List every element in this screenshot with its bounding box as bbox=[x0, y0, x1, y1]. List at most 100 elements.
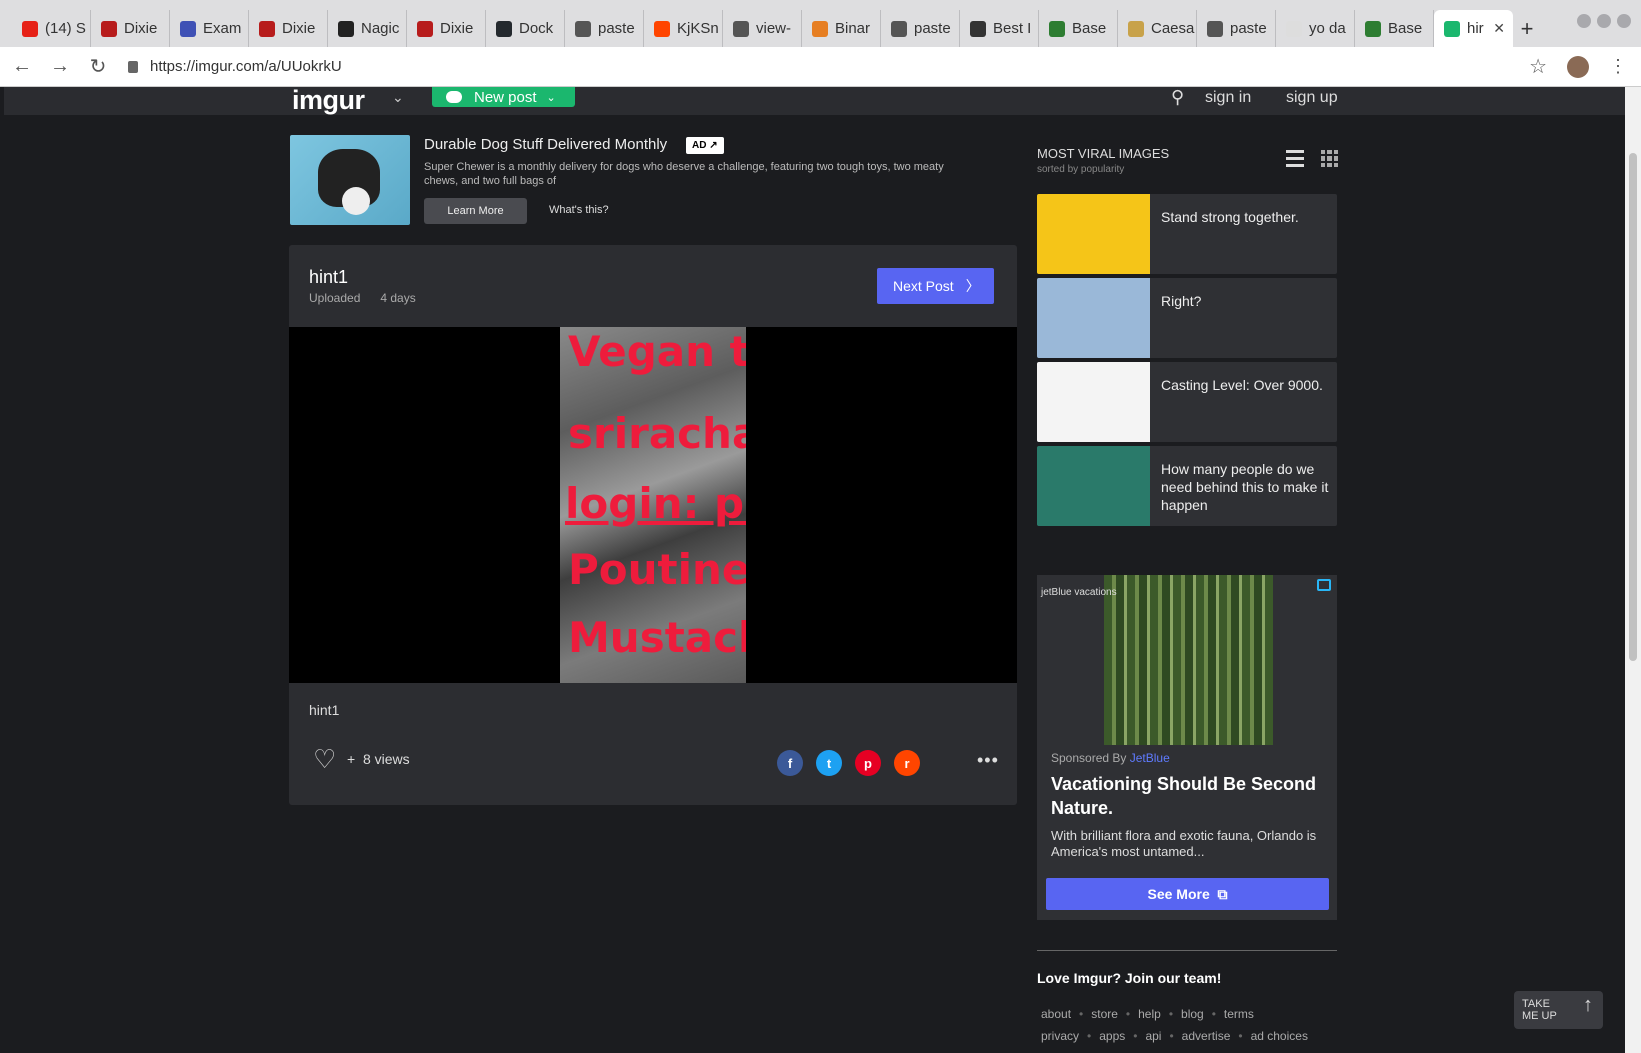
list-view-icon[interactable] bbox=[1286, 150, 1304, 167]
sponsored-ad[interactable]: jetBlue vacations Sponsored By JetBlue V… bbox=[1037, 575, 1337, 920]
separator-dot: • bbox=[1169, 1029, 1174, 1043]
window-controls[interactable] bbox=[1577, 14, 1631, 28]
image-text-line: Poutine bbox=[568, 545, 746, 594]
bookmark-star-icon[interactable]: ☆ bbox=[1529, 54, 1547, 79]
viral-thumbnail[interactable] bbox=[1037, 362, 1150, 442]
learn-more-button[interactable]: Learn More bbox=[424, 198, 527, 224]
footer-link[interactable]: about bbox=[1041, 1007, 1071, 1021]
ad-image[interactable] bbox=[290, 135, 410, 225]
next-post-button[interactable]: Next Post 〉 bbox=[877, 268, 994, 304]
chevron-down-icon[interactable]: ⌄ bbox=[392, 89, 404, 106]
url-field[interactable]: https://imgur.com/a/UUokrkU bbox=[128, 58, 342, 75]
footer-links-row-1: about • store • help • blog • terms bbox=[1041, 1007, 1254, 1021]
post-image[interactable]: Vegan ty sriracha login: pl Poutine Mustach bbox=[560, 327, 746, 683]
viral-image-card[interactable]: Casting Level: Over 9000. bbox=[1037, 362, 1337, 442]
footer-link[interactable]: store bbox=[1091, 1007, 1118, 1021]
more-options-icon[interactable]: ••• bbox=[977, 750, 999, 771]
viral-image-title[interactable]: How many people do we need behind this t… bbox=[1161, 460, 1329, 514]
sponsor-name[interactable]: JetBlue bbox=[1130, 751, 1170, 765]
jetblue-logo: jetBlue vacations bbox=[1041, 587, 1117, 598]
plus-sign[interactable]: + bbox=[347, 751, 355, 767]
footer-link[interactable]: ad choices bbox=[1251, 1029, 1308, 1043]
browser-tab[interactable]: Dixie bbox=[91, 10, 170, 47]
youtube-icon bbox=[22, 20, 38, 37]
scrollbar-thumb[interactable] bbox=[1629, 153, 1637, 661]
browser-tab[interactable]: KjKSn bbox=[644, 10, 723, 47]
viral-image-card[interactable]: Right? bbox=[1037, 278, 1337, 358]
viral-thumbnail[interactable] bbox=[1037, 194, 1150, 274]
footer-link[interactable]: privacy bbox=[1041, 1029, 1079, 1043]
footer-link[interactable]: advertise bbox=[1182, 1029, 1231, 1043]
sign-up-link[interactable]: sign up bbox=[1286, 89, 1338, 107]
forward-icon[interactable]: → bbox=[44, 55, 76, 78]
image-text-line: sriracha bbox=[568, 409, 746, 458]
viral-image-title[interactable]: Stand strong together. bbox=[1161, 208, 1329, 226]
footer-link[interactable]: api bbox=[1145, 1029, 1161, 1043]
forest-photo bbox=[1104, 575, 1273, 745]
lock-icon bbox=[128, 60, 138, 73]
ad-title[interactable]: Durable Dog Stuff Delivered Monthly bbox=[424, 136, 667, 153]
new-tab-button[interactable]: + bbox=[1513, 10, 1541, 47]
whats-this-link[interactable]: What's this? bbox=[549, 204, 609, 216]
viral-thumbnail[interactable] bbox=[1037, 278, 1150, 358]
browser-tab[interactable]: paste bbox=[1197, 10, 1276, 47]
browser-tab[interactable]: Binar bbox=[802, 10, 881, 47]
close-window-icon[interactable] bbox=[1617, 14, 1631, 28]
browser-tab[interactable]: Base bbox=[1039, 10, 1118, 47]
footer-link[interactable]: help bbox=[1138, 1007, 1161, 1021]
imgur-logo[interactable]: imgur bbox=[292, 85, 365, 116]
adchoices-icon[interactable] bbox=[1317, 579, 1331, 591]
browser-menu-icon[interactable]: ⋮ bbox=[1609, 56, 1627, 77]
facebook-share-icon[interactable]: f bbox=[777, 750, 803, 776]
browser-tab[interactable]: (14) S bbox=[12, 10, 91, 47]
profile-avatar[interactable] bbox=[1567, 55, 1589, 78]
footer-link[interactable]: apps bbox=[1099, 1029, 1125, 1043]
page-scrollbar[interactable] bbox=[1625, 87, 1641, 1053]
close-tab-icon[interactable]: ✕ bbox=[1493, 20, 1505, 37]
reload-icon[interactable]: ↻ bbox=[82, 54, 114, 79]
grid-view-icon[interactable] bbox=[1321, 150, 1338, 167]
twitter-share-icon[interactable]: t bbox=[816, 750, 842, 776]
browser-tab[interactable]: paste bbox=[565, 10, 644, 47]
sign-in-link[interactable]: sign in bbox=[1205, 89, 1251, 107]
browser-tab[interactable]: paste bbox=[881, 10, 960, 47]
browser-tab[interactable]: yo da bbox=[1276, 10, 1355, 47]
viral-image-title[interactable]: Right? bbox=[1161, 292, 1329, 310]
url-text[interactable]: https://imgur.com/a/UUokrkU bbox=[150, 58, 342, 75]
viral-image-title[interactable]: Casting Level: Over 9000. bbox=[1161, 376, 1329, 394]
see-more-button[interactable]: See More ⧉ bbox=[1046, 878, 1329, 910]
post-caption: hint1 bbox=[309, 702, 340, 718]
browser-tab[interactable]: view- bbox=[723, 10, 802, 47]
sponsored-headline[interactable]: Vacationing Should Be Second Nature. bbox=[1051, 772, 1331, 820]
take-me-up-button[interactable]: TAKE ME UP ↑ bbox=[1514, 991, 1603, 1029]
r-icon bbox=[812, 20, 828, 37]
browser-tab[interactable]: Caesa bbox=[1118, 10, 1197, 47]
join-team-link[interactable]: Love Imgur? Join our team! bbox=[1037, 970, 1221, 986]
pastebin-icon bbox=[891, 20, 907, 37]
viral-thumbnail[interactable] bbox=[1037, 446, 1150, 526]
footer-link[interactable]: blog bbox=[1181, 1007, 1204, 1021]
browser-tab[interactable]: Best I bbox=[960, 10, 1039, 47]
chevron-down-icon: ⌄ bbox=[546, 91, 556, 104]
browser-tab[interactable]: Nagic bbox=[328, 10, 407, 47]
browser-tab-label: (14) S bbox=[45, 20, 86, 37]
browser-tab[interactable]: hir ✕ bbox=[1434, 10, 1513, 47]
reddit-share-icon[interactable]: r bbox=[894, 750, 920, 776]
minimize-icon[interactable] bbox=[1577, 14, 1591, 28]
maximize-icon[interactable] bbox=[1597, 14, 1611, 28]
back-icon[interactable]: ← bbox=[6, 55, 38, 78]
browser-tab[interactable]: Dixie bbox=[407, 10, 486, 47]
favorite-heart-icon[interactable]: ♡ bbox=[313, 744, 336, 775]
new-post-button[interactable]: New post ⌄ bbox=[432, 87, 575, 107]
browser-tab[interactable]: Dixie bbox=[249, 10, 328, 47]
viral-image-card[interactable]: How many people do we need behind this t… bbox=[1037, 446, 1337, 526]
browser-tab[interactable]: Dock bbox=[486, 10, 565, 47]
footer-link[interactable]: terms bbox=[1224, 1007, 1254, 1021]
browser-tab[interactable]: Base bbox=[1355, 10, 1434, 47]
sidebar-subtitle: sorted by popularity bbox=[1037, 164, 1125, 175]
search-icon[interactable]: ⚲ bbox=[1171, 87, 1184, 108]
viral-image-card[interactable]: Stand strong together. bbox=[1037, 194, 1337, 274]
browser-tab[interactable]: Exam bbox=[170, 10, 249, 47]
pinterest-share-icon[interactable]: p bbox=[855, 750, 881, 776]
browser-tab-label: yo da bbox=[1309, 20, 1346, 37]
